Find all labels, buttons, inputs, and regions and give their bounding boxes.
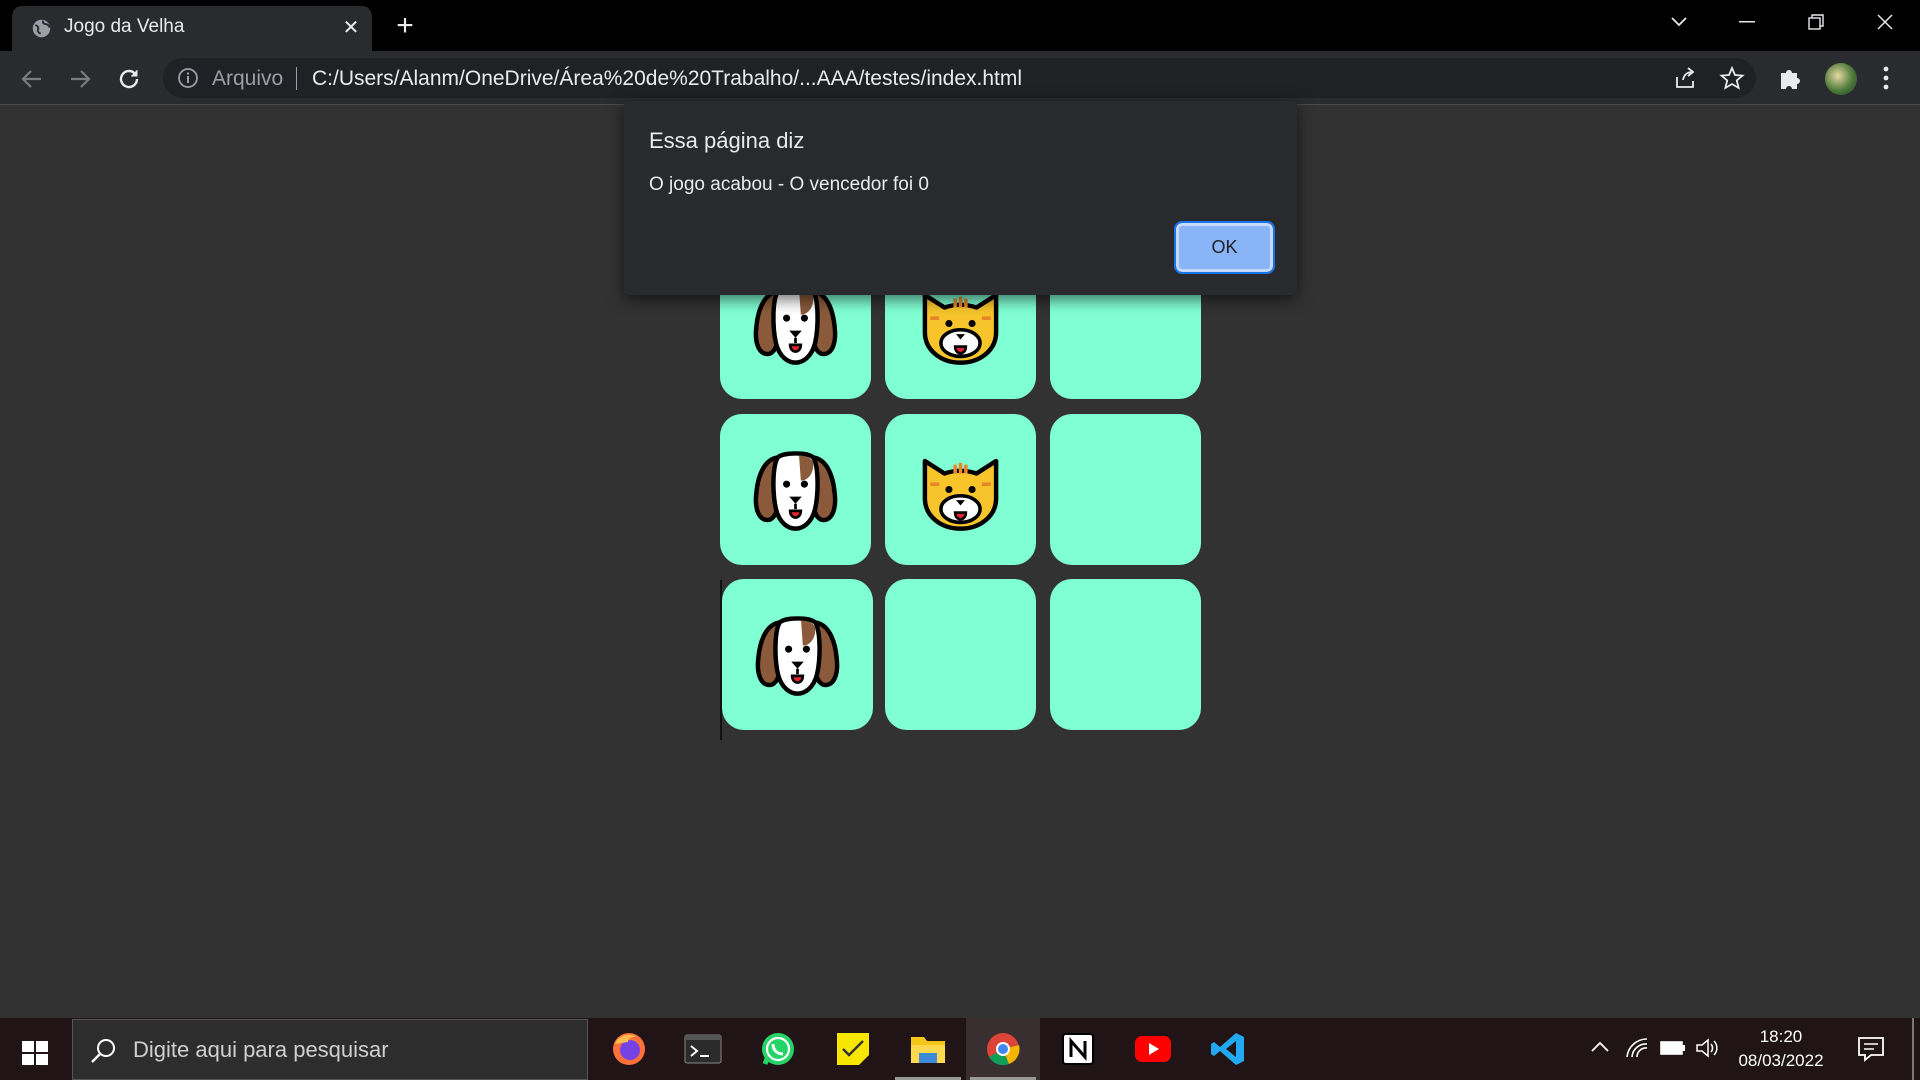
- close-icon: [1877, 14, 1893, 30]
- volume-icon[interactable]: [1695, 1037, 1719, 1059]
- windows-start-icon[interactable]: [15, 1035, 55, 1071]
- taskbar-whatsapp[interactable]: [741, 1018, 815, 1080]
- taskbar-clock[interactable]: 18:20 08/03/2022: [1726, 1025, 1836, 1073]
- cat-face-icon: [922, 458, 999, 531]
- sticky-notes-icon: [837, 1033, 869, 1065]
- text-caret: [720, 580, 722, 740]
- wifi-icon[interactable]: [1625, 1037, 1649, 1059]
- taskbar-terminal[interactable]: [666, 1018, 740, 1080]
- tab-strip: Jogo da Velha ✕ +: [0, 0, 1920, 51]
- board-cell[interactable]: [885, 579, 1036, 730]
- firefox-icon: [613, 1033, 645, 1065]
- taskbar-sticky-notes[interactable]: [816, 1018, 890, 1080]
- reload-button[interactable]: [113, 63, 145, 95]
- close-window-button[interactable]: [1852, 0, 1918, 44]
- share-icon[interactable]: [1673, 66, 1697, 90]
- notifications-icon[interactable]: [1856, 1034, 1886, 1064]
- address-bar[interactable]: Arquivo C:/Users/Alanm/OneDrive/Área%20d…: [163, 58, 1756, 98]
- taskbar-chrome[interactable]: [966, 1018, 1040, 1080]
- taskbar-youtube[interactable]: [1116, 1018, 1190, 1080]
- browser-tab[interactable]: Jogo da Velha ✕: [12, 6, 372, 51]
- board-cell[interactable]: [720, 414, 871, 565]
- dog-face-icon: [753, 451, 838, 531]
- dialog-message: O jogo acabou - O vencedor foi 0: [649, 174, 929, 195]
- dialog-title: Essa página diz: [649, 128, 805, 153]
- search-placeholder: Digite aqui para pesquisar: [133, 1037, 389, 1062]
- info-icon[interactable]: [177, 67, 199, 89]
- clock-date: 08/03/2022: [1738, 1051, 1824, 1070]
- chevron-up-icon[interactable]: [1590, 1040, 1610, 1054]
- ok-button[interactable]: OK: [1174, 221, 1275, 274]
- reload-icon: [119, 69, 139, 89]
- taskbar-notion[interactable]: [1041, 1018, 1115, 1080]
- search-icon: [91, 1039, 115, 1063]
- terminal-icon: [684, 1034, 722, 1064]
- notion-icon: [1062, 1033, 1094, 1065]
- url-text[interactable]: C:/Users/Alanm/OneDrive/Área%20de%20Trab…: [312, 67, 1022, 91]
- extensions-puzzle-icon[interactable]: [1776, 64, 1804, 92]
- scheme-label: Arquivo: [212, 67, 284, 90]
- alert-dialog: Essa página diz O jogo acabou - O venced…: [624, 101, 1297, 295]
- new-tab-button[interactable]: +: [389, 10, 421, 42]
- tab-title: Jogo da Velha: [64, 16, 185, 37]
- close-tab-icon[interactable]: ✕: [338, 15, 364, 41]
- globe-icon: [32, 19, 51, 38]
- board-cell[interactable]: [722, 579, 873, 730]
- file-explorer-icon: [911, 1037, 945, 1063]
- battery-icon[interactable]: [1660, 1040, 1686, 1056]
- show-desktop-button[interactable]: [1912, 1018, 1914, 1080]
- browser-toolbar: Arquivo C:/Users/Alanm/OneDrive/Área%20d…: [0, 51, 1920, 105]
- dog-face-icon: [755, 616, 840, 696]
- scheme-divider: [296, 67, 297, 90]
- board-cell[interactable]: [1050, 414, 1201, 565]
- restore-button[interactable]: [1783, 0, 1849, 44]
- tab-search-button[interactable]: [1646, 0, 1712, 44]
- vscode-icon: [1211, 1033, 1244, 1065]
- taskbar-file-explorer[interactable]: [891, 1018, 965, 1080]
- taskbar-vscode[interactable]: [1191, 1018, 1265, 1080]
- arrow-left-icon: [21, 70, 41, 88]
- bookmark-star-icon[interactable]: [1719, 65, 1745, 91]
- youtube-icon: [1135, 1036, 1171, 1062]
- board-cell[interactable]: [885, 414, 1036, 565]
- minimize-icon: [1739, 21, 1755, 23]
- chevron-down-icon: [1671, 17, 1687, 27]
- chrome-icon: [987, 1033, 1020, 1066]
- forward-button[interactable]: [64, 63, 96, 95]
- whatsapp-icon: [762, 1033, 794, 1065]
- clock-time: 18:20: [1759, 1027, 1803, 1046]
- taskbar-firefox[interactable]: [592, 1018, 666, 1080]
- minimize-button[interactable]: [1714, 0, 1780, 44]
- arrow-right-icon: [71, 70, 91, 88]
- profile-avatar[interactable]: [1825, 63, 1857, 95]
- taskbar-search-box[interactable]: Digite aqui para pesquisar: [72, 1019, 588, 1080]
- back-button[interactable]: [16, 63, 48, 95]
- kebab-menu-icon[interactable]: [1874, 64, 1898, 92]
- board-cell[interactable]: [1050, 579, 1201, 730]
- restore-icon: [1808, 14, 1824, 30]
